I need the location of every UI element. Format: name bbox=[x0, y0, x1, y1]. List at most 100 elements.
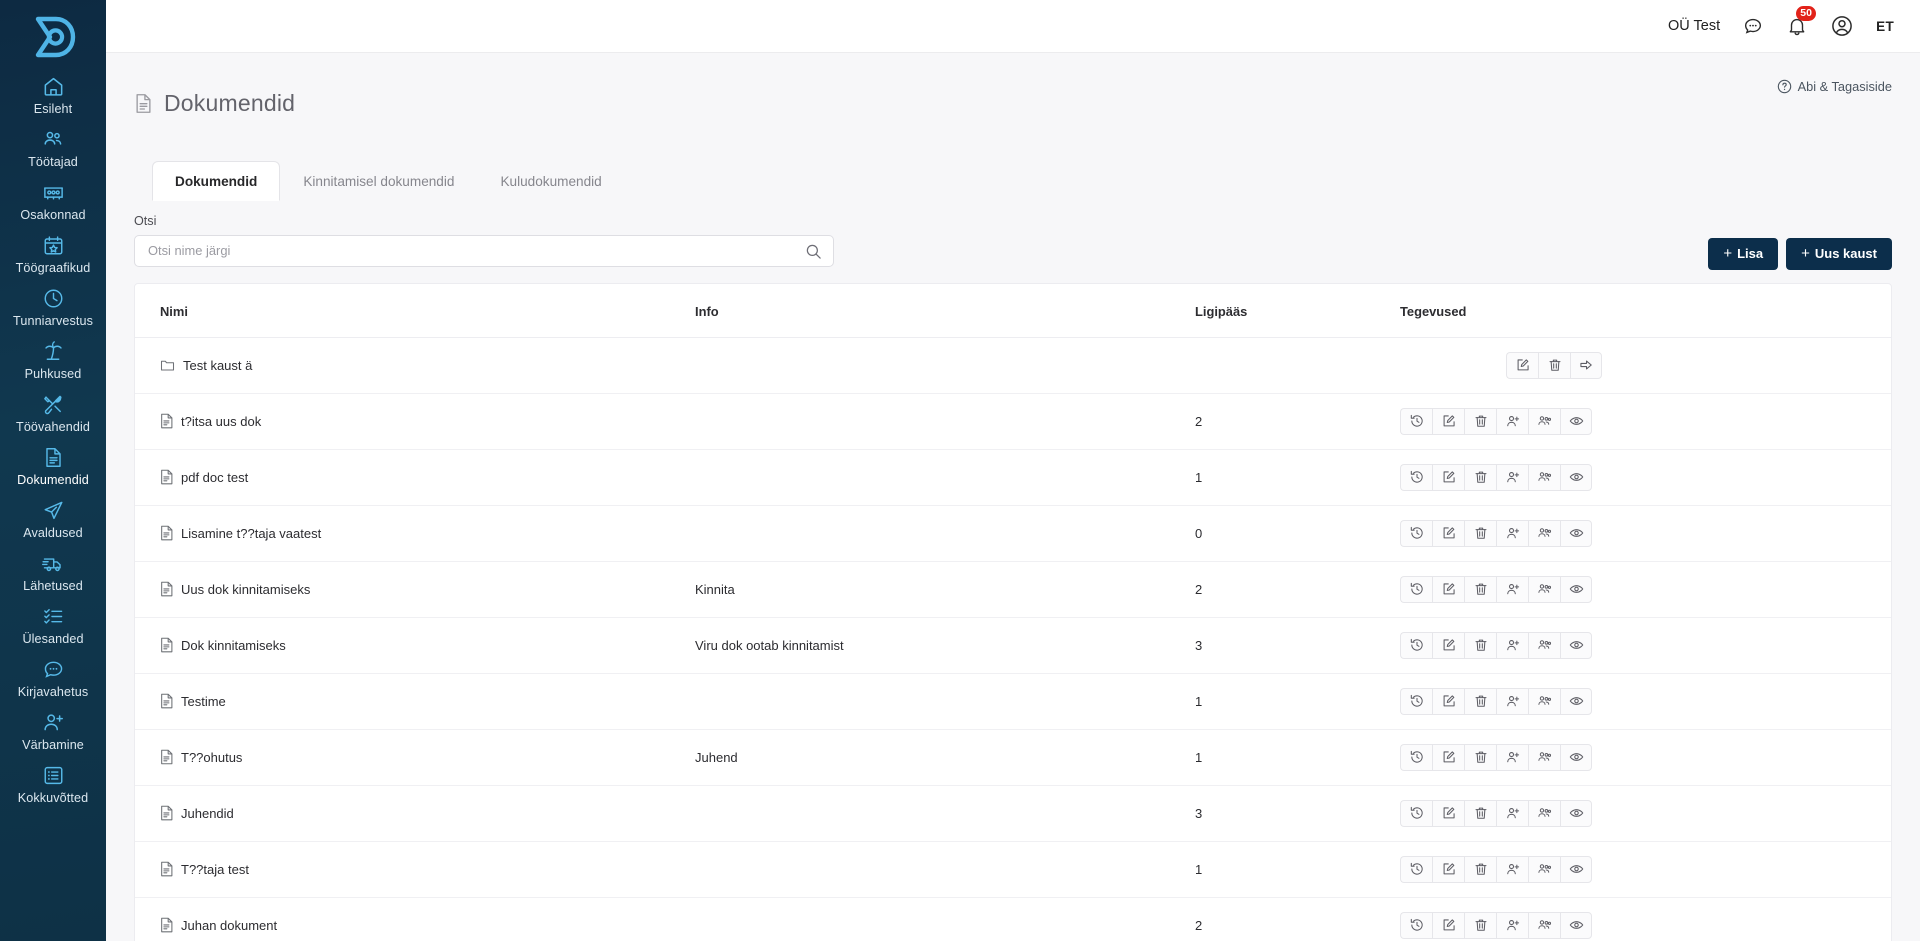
row-name[interactable]: Testime bbox=[160, 693, 695, 709]
history-icon-button[interactable] bbox=[1400, 631, 1432, 659]
users-group-icon-button[interactable] bbox=[1528, 911, 1560, 939]
sidebar-item-t-graafikud[interactable]: Töögraafikud bbox=[0, 227, 106, 280]
sidebar-item-t-vahendid[interactable]: Töövahendid bbox=[0, 386, 106, 439]
table-row[interactable]: Testime 1 bbox=[135, 673, 1891, 730]
eye-icon-button[interactable] bbox=[1560, 407, 1592, 435]
language-selector[interactable]: ET bbox=[1876, 19, 1894, 34]
sidebar-item-kokkuv-tted[interactable]: Kokkuvõtted bbox=[0, 757, 106, 810]
trash-icon-button[interactable] bbox=[1464, 855, 1496, 883]
edit-icon-button[interactable] bbox=[1432, 855, 1464, 883]
eye-icon-button[interactable] bbox=[1560, 855, 1592, 883]
user-plus-icon-button[interactable] bbox=[1496, 743, 1528, 771]
trash-icon-button[interactable] bbox=[1464, 799, 1496, 827]
row-name[interactable]: Uus dok kinnitamiseks bbox=[160, 581, 695, 597]
row-name[interactable]: Lisamine t??taja vaatest bbox=[160, 525, 695, 541]
users-group-icon-button[interactable] bbox=[1528, 463, 1560, 491]
app-logo[interactable] bbox=[0, 6, 106, 68]
user-plus-icon-button[interactable] bbox=[1496, 519, 1528, 547]
history-icon-button[interactable] bbox=[1400, 799, 1432, 827]
sidebar-item-t-tajad[interactable]: Töötajad bbox=[0, 121, 106, 174]
edit-icon-button[interactable] bbox=[1432, 407, 1464, 435]
user-plus-icon-button[interactable] bbox=[1496, 911, 1528, 939]
user-circle-icon[interactable] bbox=[1830, 14, 1854, 38]
edit-icon-button[interactable] bbox=[1432, 687, 1464, 715]
edit-icon-button[interactable] bbox=[1432, 799, 1464, 827]
history-icon-button[interactable] bbox=[1400, 855, 1432, 883]
table-row[interactable]: T??taja test 1 bbox=[135, 841, 1891, 898]
sidebar-item-osakonnad[interactable]: Osakonnad bbox=[0, 174, 106, 227]
user-plus-icon-button[interactable] bbox=[1496, 687, 1528, 715]
eye-icon-button[interactable] bbox=[1560, 743, 1592, 771]
tab-kuludokumendid[interactable]: Kuludokumendid bbox=[477, 161, 624, 201]
user-plus-icon-button[interactable] bbox=[1496, 855, 1528, 883]
edit-icon-button[interactable] bbox=[1432, 575, 1464, 603]
table-row[interactable]: Uus dok kinnitamiseks Kinnita 2 bbox=[135, 561, 1891, 618]
users-group-icon-button[interactable] bbox=[1528, 407, 1560, 435]
help-and-feedback-link[interactable]: Abi & Tagasiside bbox=[1777, 79, 1892, 94]
trash-icon-button[interactable] bbox=[1464, 463, 1496, 491]
edit-icon-button[interactable] bbox=[1432, 911, 1464, 939]
users-group-icon-button[interactable] bbox=[1528, 575, 1560, 603]
new-folder-button[interactable]: + Uus kaust bbox=[1786, 237, 1892, 270]
sidebar-item-kirjavahetus[interactable]: Kirjavahetus bbox=[0, 651, 106, 704]
history-icon-button[interactable] bbox=[1400, 743, 1432, 771]
move-arrow-icon-button[interactable] bbox=[1570, 351, 1602, 379]
eye-icon-button[interactable] bbox=[1560, 575, 1592, 603]
row-name[interactable]: t?itsa uus dok bbox=[160, 413, 695, 429]
trash-icon-button[interactable] bbox=[1464, 575, 1496, 603]
tab-kinnitamisel-dokumendid[interactable]: Kinnitamisel dokumendid bbox=[280, 161, 477, 201]
history-icon-button[interactable] bbox=[1400, 407, 1432, 435]
sidebar-item--lesanded[interactable]: Ülesanded bbox=[0, 598, 106, 651]
table-row[interactable]: t?itsa uus dok 2 bbox=[135, 393, 1891, 450]
edit-icon-button[interactable] bbox=[1432, 631, 1464, 659]
trash-icon-button[interactable] bbox=[1538, 351, 1570, 379]
trash-icon-button[interactable] bbox=[1464, 743, 1496, 771]
table-row[interactable]: Test kaust ä bbox=[135, 337, 1891, 394]
sidebar-item-tunniarvestus[interactable]: Tunniarvestus bbox=[0, 280, 106, 333]
row-name[interactable]: Juhendid bbox=[160, 805, 695, 821]
row-name[interactable]: Juhan dokument bbox=[160, 917, 695, 933]
users-group-icon-button[interactable] bbox=[1528, 631, 1560, 659]
table-row[interactable]: Dok kinnitamiseks Viru dok ootab kinnitam… bbox=[135, 617, 1891, 674]
add-button[interactable]: + Lisa bbox=[1708, 237, 1779, 270]
row-name[interactable]: pdf doc test bbox=[160, 469, 695, 485]
trash-icon-button[interactable] bbox=[1464, 519, 1496, 547]
users-group-icon-button[interactable] bbox=[1528, 687, 1560, 715]
chat-bubble-icon[interactable] bbox=[1742, 15, 1764, 37]
sidebar-item-puhkused[interactable]: Puhkused bbox=[0, 333, 106, 386]
trash-icon-button[interactable] bbox=[1464, 631, 1496, 659]
user-plus-icon-button[interactable] bbox=[1496, 407, 1528, 435]
edit-icon-button[interactable] bbox=[1432, 743, 1464, 771]
eye-icon-button[interactable] bbox=[1560, 463, 1592, 491]
history-icon-button[interactable] bbox=[1400, 575, 1432, 603]
history-icon-button[interactable] bbox=[1400, 463, 1432, 491]
table-row[interactable]: Juhan dokument 2 bbox=[135, 897, 1891, 941]
table-row[interactable]: T??ohutus Juhend 1 bbox=[135, 729, 1891, 786]
history-icon-button[interactable] bbox=[1400, 687, 1432, 715]
sidebar-item-v-rbamine[interactable]: Värbamine bbox=[0, 704, 106, 757]
edit-icon-button[interactable] bbox=[1432, 519, 1464, 547]
user-plus-icon-button[interactable] bbox=[1496, 799, 1528, 827]
table-row[interactable]: Lisamine t??taja vaatest 0 bbox=[135, 505, 1891, 562]
user-plus-icon-button[interactable] bbox=[1496, 463, 1528, 491]
users-group-icon-button[interactable] bbox=[1528, 799, 1560, 827]
edit-icon-button[interactable] bbox=[1506, 351, 1538, 379]
search-input[interactable] bbox=[146, 242, 822, 260]
trash-icon-button[interactable] bbox=[1464, 911, 1496, 939]
users-group-icon-button[interactable] bbox=[1528, 855, 1560, 883]
trash-icon-button[interactable] bbox=[1464, 687, 1496, 715]
users-group-icon-button[interactable] bbox=[1528, 519, 1560, 547]
user-plus-icon-button[interactable] bbox=[1496, 575, 1528, 603]
history-icon-button[interactable] bbox=[1400, 519, 1432, 547]
search-box[interactable] bbox=[134, 234, 834, 267]
row-name[interactable]: T??ohutus bbox=[160, 749, 695, 765]
sidebar-item-avaldused[interactable]: Avaldused bbox=[0, 492, 106, 545]
row-name[interactable]: Dok kinnitamiseks bbox=[160, 637, 695, 653]
history-icon-button[interactable] bbox=[1400, 911, 1432, 939]
row-name[interactable]: Test kaust ä bbox=[160, 358, 695, 373]
sidebar-item-esileht[interactable]: Esileht bbox=[0, 68, 106, 121]
eye-icon-button[interactable] bbox=[1560, 799, 1592, 827]
eye-icon-button[interactable] bbox=[1560, 631, 1592, 659]
table-row[interactable]: Juhendid 3 bbox=[135, 785, 1891, 842]
search-icon[interactable] bbox=[805, 243, 822, 265]
